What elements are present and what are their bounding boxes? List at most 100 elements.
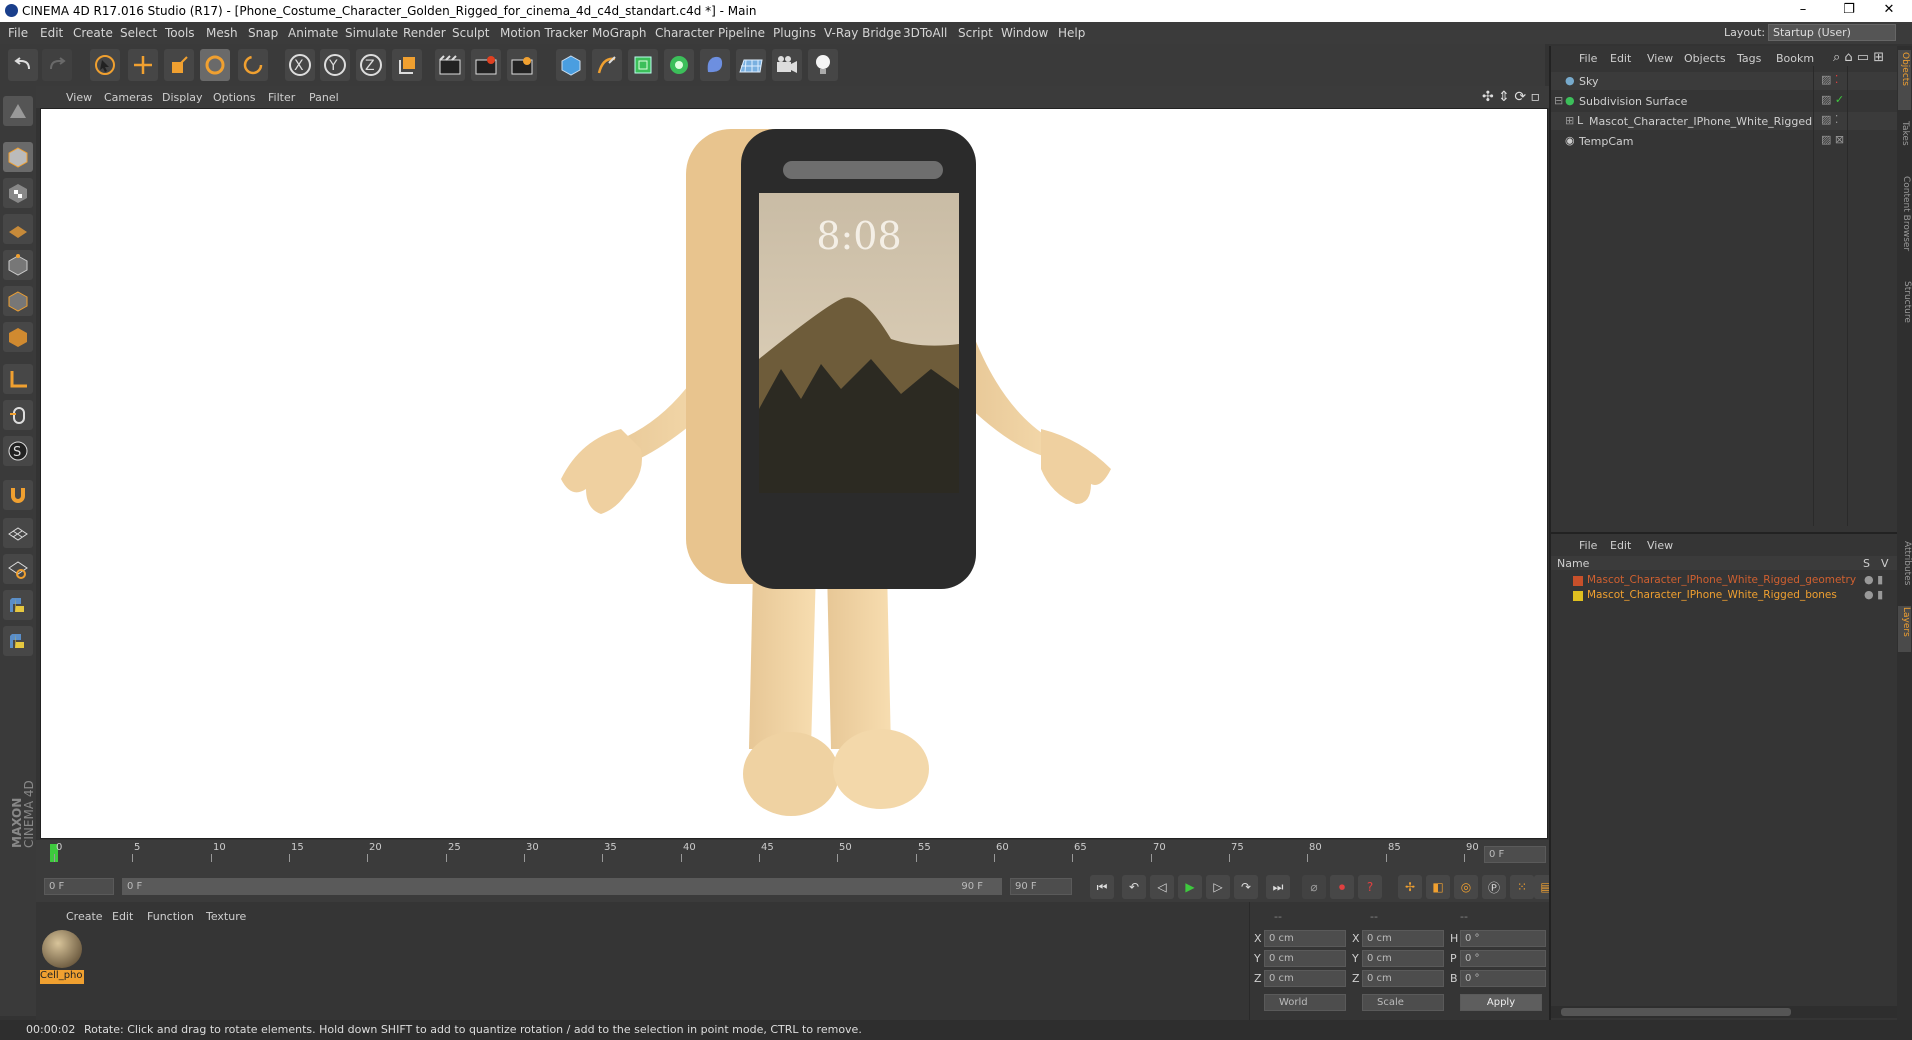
deformer-icon[interactable] <box>700 49 730 81</box>
end-frame-field[interactable]: 90 F <box>1010 878 1072 895</box>
start-frame-field[interactable]: 0 F <box>44 878 114 895</box>
menu-vray-bridge[interactable]: V-Ray Bridge <box>824 26 901 40</box>
edges-mode-icon[interactable] <box>3 286 33 316</box>
next-key-icon[interactable]: ↷ <box>1234 875 1258 899</box>
workplane-align-icon[interactable] <box>3 554 33 584</box>
rotation-p-field[interactable]: 0 ° <box>1460 950 1546 967</box>
magnet-tool-icon[interactable] <box>3 480 33 510</box>
menu-select[interactable]: Select <box>120 26 157 40</box>
size-x-field[interactable]: 0 cm <box>1362 930 1444 947</box>
render-view-icon[interactable] <box>435 49 465 81</box>
redo-icon[interactable] <box>42 49 72 81</box>
menu-mograph[interactable]: MoGraph <box>592 26 647 40</box>
go-to-end-icon[interactable]: ⏭ <box>1266 875 1290 899</box>
menu-create[interactable]: Create <box>73 26 113 40</box>
tab-objects[interactable]: Objects <box>1900 52 1910 102</box>
menu-edit[interactable]: Edit <box>40 26 63 40</box>
layout-select[interactable]: Startup (User) <box>1768 24 1896 41</box>
next-frame-icon[interactable]: ▷ <box>1206 875 1230 899</box>
python-script-2-icon[interactable] <box>3 626 33 656</box>
model-mode-icon[interactable] <box>3 142 33 172</box>
menu-animate[interactable]: Animate <box>288 26 338 40</box>
y-axis-lock-icon[interactable]: Y <box>320 49 350 81</box>
texture-mode-icon[interactable] <box>3 178 33 208</box>
tab-structure[interactable]: Structure <box>1902 281 1912 341</box>
undo-icon[interactable] <box>8 49 38 81</box>
viewport-menu-view[interactable]: View <box>66 91 92 104</box>
collapse-icon[interactable]: ⊟ <box>1554 94 1563 107</box>
objmgr-menu-tags[interactable]: Tags <box>1737 52 1761 65</box>
menu-file[interactable]: File <box>8 26 28 40</box>
layer-solo-icon[interactable]: ● ▮ <box>1864 588 1883 601</box>
rotation-b-field[interactable]: 0 ° <box>1460 970 1546 987</box>
range-slider[interactable]: 0 F 90 F <box>122 878 1002 895</box>
layer-row-bones[interactable]: Mascot_Character_IPhone_White_Rigged_bon… <box>1551 587 1899 605</box>
visibility-toggle-icon[interactable]: ▨ ⁚ <box>1821 113 1838 126</box>
menu-3dtoall[interactable]: 3DToAll <box>903 26 947 40</box>
menu-character[interactable]: Character <box>655 26 714 40</box>
live-selection-icon[interactable] <box>90 49 120 81</box>
menu-sculpt[interactable]: Sculpt <box>452 26 489 40</box>
menu-tools[interactable]: Tools <box>165 26 195 40</box>
expand-icon[interactable]: ⊞ <box>1565 114 1574 127</box>
viewport-navigation-icons[interactable]: ✣ ⇕ ⟳ ▫ <box>1482 89 1540 105</box>
objmgr-menu-objects[interactable]: Objects <box>1684 52 1726 65</box>
visibility-toggle-icon[interactable]: ▨ ⁚ <box>1821 73 1838 86</box>
go-to-start-icon[interactable]: ⏮ <box>1090 875 1114 899</box>
material-menu-texture[interactable]: Texture <box>206 910 246 923</box>
recent-tool-icon[interactable] <box>238 49 268 81</box>
layer-horizontal-scrollbar[interactable] <box>1551 1006 1899 1018</box>
objmgr-search-icon[interactable]: ⌕ ⌂ ▭ ⊞ <box>1833 50 1884 65</box>
menu-render[interactable]: Render <box>403 26 446 40</box>
python-script-icon[interactable] <box>3 590 33 620</box>
autokey-icon[interactable]: ⏺ <box>1330 875 1354 899</box>
layer-solo-icon[interactable]: ● ▮ <box>1864 573 1883 586</box>
workplane-mode-icon[interactable] <box>3 214 33 244</box>
size-mode-select[interactable]: Scale <box>1362 994 1444 1011</box>
position-x-field[interactable]: 0 cm <box>1264 930 1346 947</box>
x-axis-lock-icon[interactable]: X <box>285 49 315 81</box>
size-z-field[interactable]: 0 cm <box>1362 970 1444 987</box>
menu-motion-tracker[interactable]: Motion Tracker <box>500 26 588 40</box>
apply-button[interactable]: Apply <box>1460 994 1542 1011</box>
minimize-button[interactable]: – <box>1780 0 1826 22</box>
move-tool-icon[interactable] <box>128 49 158 81</box>
close-button[interactable]: ✕ <box>1866 0 1912 22</box>
play-icon[interactable]: ▶ <box>1178 875 1202 899</box>
material-swatch[interactable]: Cell_pho <box>40 928 84 988</box>
objmgr-menu-view[interactable]: View <box>1647 52 1673 65</box>
scrollbar-thumb[interactable] <box>1561 1008 1791 1016</box>
viewport-menu-panel[interactable]: Panel <box>309 91 339 104</box>
polygons-mode-icon[interactable] <box>3 322 33 352</box>
material-menu-edit[interactable]: Edit <box>112 910 133 923</box>
scale-tool-icon[interactable] <box>164 49 194 81</box>
viewport-menu-cameras[interactable]: Cameras <box>104 91 153 104</box>
key-pla-icon[interactable]: ⁙ <box>1510 875 1534 899</box>
record-key-icon[interactable]: ⌀ <box>1302 875 1326 899</box>
timeline-ruler[interactable]: 0 5 10 15 20 25 30 35 40 45 50 55 60 65 70 75 80 85 90 <box>48 842 1479 862</box>
spline-pen-icon[interactable] <box>592 49 622 81</box>
rotation-h-field[interactable]: 0 ° <box>1460 930 1546 947</box>
keyframe-selection-icon[interactable]: ? <box>1358 875 1382 899</box>
key-scale-icon[interactable]: ◧ <box>1426 875 1450 899</box>
menu-snap[interactable]: Snap <box>248 26 278 40</box>
previous-key-icon[interactable]: ↶ <box>1122 875 1146 899</box>
3d-viewport[interactable]: 8:08 <box>40 108 1548 839</box>
snapping-icon[interactable]: S <box>3 436 33 466</box>
light-icon[interactable] <box>808 49 838 81</box>
layermgr-menu-view[interactable]: View <box>1647 539 1673 552</box>
tab-attributes[interactable]: Attributes <box>1902 541 1912 601</box>
workplane-lock-icon[interactable] <box>3 518 33 548</box>
material-menu-function[interactable]: Function <box>147 910 194 923</box>
menu-plugins[interactable]: Plugins <box>773 26 816 40</box>
material-menu-create[interactable]: Create <box>66 910 103 923</box>
key-parameter-icon[interactable]: Ⓟ <box>1482 875 1506 899</box>
make-editable-icon[interactable] <box>3 96 33 126</box>
floor-icon[interactable] <box>736 49 766 81</box>
menu-pipeline[interactable]: Pipeline <box>718 26 765 40</box>
render-picture-viewer-icon[interactable] <box>471 49 501 81</box>
coordinate-system-icon[interactable] <box>392 49 422 81</box>
key-position-icon[interactable]: ✢ <box>1398 875 1422 899</box>
previous-frame-icon[interactable]: ◁ <box>1150 875 1174 899</box>
position-y-field[interactable]: 0 cm <box>1264 950 1346 967</box>
